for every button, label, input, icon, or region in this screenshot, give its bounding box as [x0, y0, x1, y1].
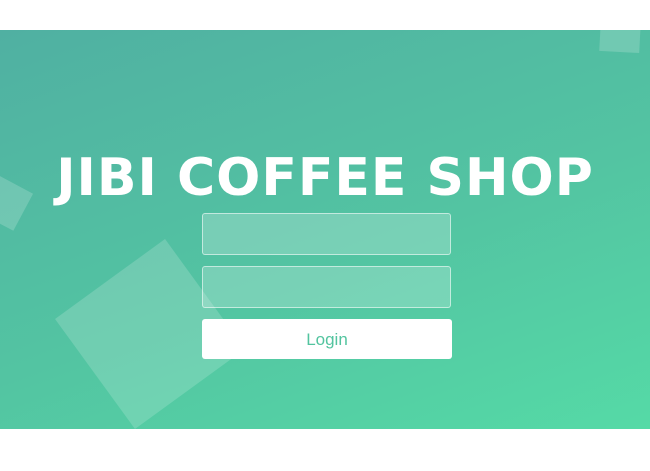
- username-input[interactable]: [202, 213, 451, 255]
- password-input[interactable]: [202, 266, 451, 308]
- login-button[interactable]: Login: [202, 319, 452, 359]
- shop-title: JIBI COFFEE SHOP: [56, 148, 594, 208]
- decorative-square: [599, 30, 641, 54]
- page: JIBI COFFEE SHOP Login: [0, 0, 650, 471]
